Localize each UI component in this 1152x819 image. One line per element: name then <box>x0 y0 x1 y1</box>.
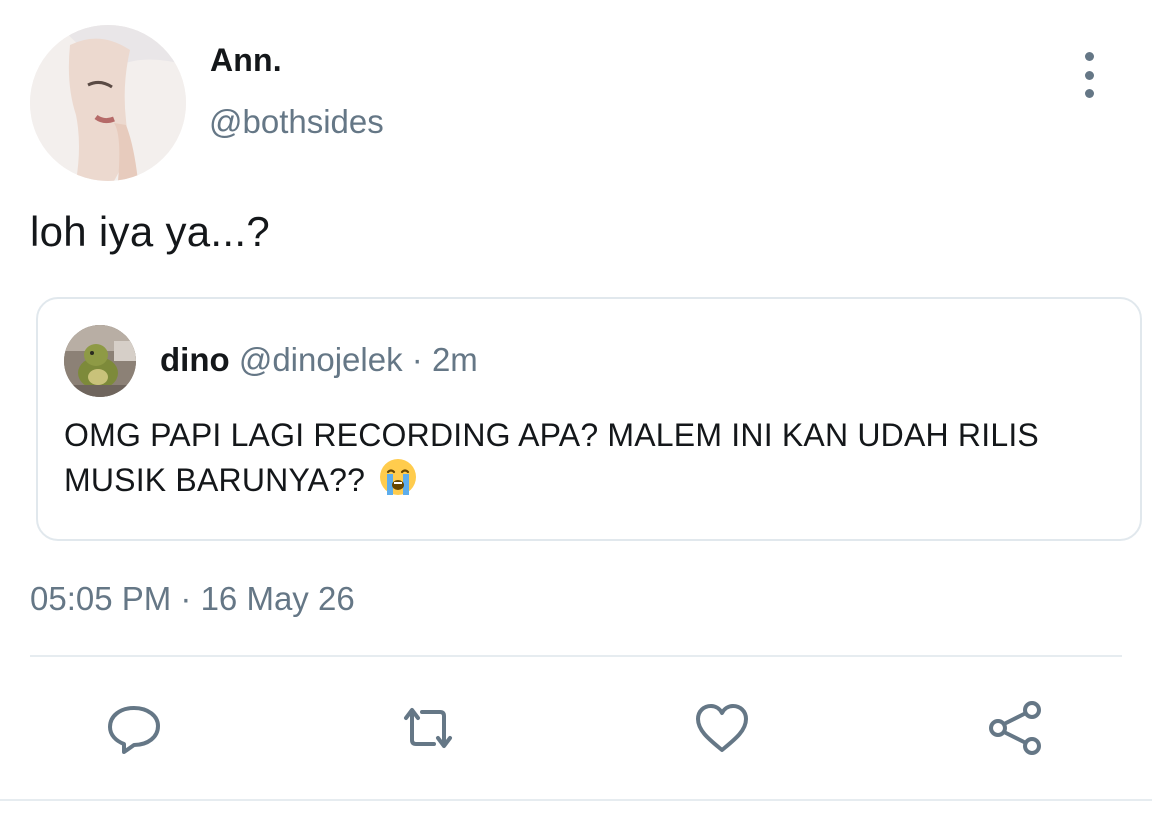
reply-button[interactable] <box>104 698 164 758</box>
author-handle[interactable]: @bothsides <box>209 103 384 141</box>
quoted-tweet-text: OMG PAPI LAGI RECORDING APA? MALEM INI K… <box>64 417 1039 498</box>
quoted-author-display-name: dino <box>160 341 230 378</box>
author-display-name[interactable]: Ann. <box>210 42 282 79</box>
more-options-dot <box>1084 70 1094 80</box>
retweet-icon <box>404 708 452 748</box>
quoted-time-ago: 2m <box>431 341 478 378</box>
author-avatar[interactable] <box>30 25 186 181</box>
avatar-photo <box>30 25 186 181</box>
tweet-text: loh iya ya...? <box>30 208 270 255</box>
quoted-tweet-text-block: OMG PAPI LAGI RECORDING APA? MALEM INI K… <box>64 413 1114 508</box>
like-button[interactable] <box>692 698 752 758</box>
quoted-meta-separator: · <box>411 341 423 378</box>
quoted-tweet-header: dino @dinojelek · 2m <box>160 341 478 379</box>
share-button[interactable] <box>986 698 1046 758</box>
heart-icon <box>696 704 748 752</box>
quoted-author-avatar <box>64 325 136 397</box>
avatar-photo <box>64 325 136 397</box>
share-icon <box>989 701 1041 755</box>
reply-bubble-icon <box>108 706 160 754</box>
loudly-crying-face-emoji-icon <box>378 457 418 508</box>
quoted-tweet-card[interactable]: dino @dinojelek · 2m OMG PAPI LAGI RECOR… <box>36 297 1142 541</box>
quoted-author-handle: @dinojelek <box>238 341 403 378</box>
actions-divider <box>30 655 1122 657</box>
retweet-button[interactable] <box>398 698 458 758</box>
more-options-dot <box>1084 52 1094 61</box>
more-options-dot <box>1084 89 1094 98</box>
tweet-timestamp: 05:05 PM · 16 May 26 <box>30 580 355 617</box>
more-options-icon[interactable] <box>1070 52 1108 98</box>
bottom-divider <box>0 799 1152 801</box>
